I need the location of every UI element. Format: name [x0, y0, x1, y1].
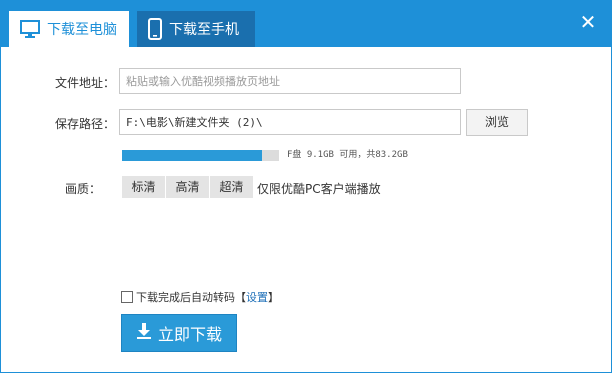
download-button-label: 立即下载: [157, 325, 222, 344]
bracket-close: 】: [268, 291, 279, 304]
download-now-button[interactable]: 立即下载: [121, 314, 237, 352]
phone-icon: [147, 18, 163, 40]
file-address-label: 文件地址：: [54, 76, 115, 90]
bracket-open: 【: [235, 291, 246, 304]
title-bar: 下载至电脑 下载至手机 ✕: [1, 1, 611, 47]
monitor-icon: [19, 19, 41, 39]
disk-usage-bar: [122, 150, 279, 161]
settings-link[interactable]: 设置: [246, 289, 268, 305]
download-arrow-icon: [136, 322, 152, 344]
quality-option-ultra[interactable]: 超清: [210, 176, 253, 198]
quality-selector: 标清 高清 超清: [122, 176, 253, 198]
quality-option-sd[interactable]: 标清: [122, 176, 165, 198]
tab-label: 下载至手机: [169, 22, 239, 38]
file-address-input[interactable]: [119, 68, 461, 94]
auto-transcode-checkbox[interactable]: [121, 291, 133, 303]
save-path-input[interactable]: [119, 109, 461, 135]
tab-download-to-pc[interactable]: 下载至电脑: [9, 11, 129, 47]
tab-label: 下载至电脑: [47, 22, 117, 38]
save-path-label: 保存路径：: [54, 117, 115, 131]
tab-download-to-phone[interactable]: 下载至手机: [137, 11, 255, 47]
disk-usage-fill: [122, 150, 262, 161]
quality-label: 画质：: [64, 182, 101, 196]
browse-button[interactable]: 浏览: [466, 109, 528, 136]
download-dialog: 下载至电脑 下载至手机 ✕ 文件地址： 保存路径： 浏览 F盘 9.1GB 可用…: [0, 0, 612, 373]
quality-note: 仅限优酷PC客户端播放: [257, 182, 381, 196]
disk-space-text: F盘 9.1GB 可用，共83.2GB: [287, 150, 408, 160]
auto-transcode-label: 下载完成后自动转码: [136, 291, 235, 304]
quality-option-hd[interactable]: 高清: [166, 176, 209, 198]
auto-transcode-row: 下载完成后自动转码 【 设置 】: [121, 289, 279, 305]
close-icon[interactable]: ✕: [577, 11, 599, 33]
